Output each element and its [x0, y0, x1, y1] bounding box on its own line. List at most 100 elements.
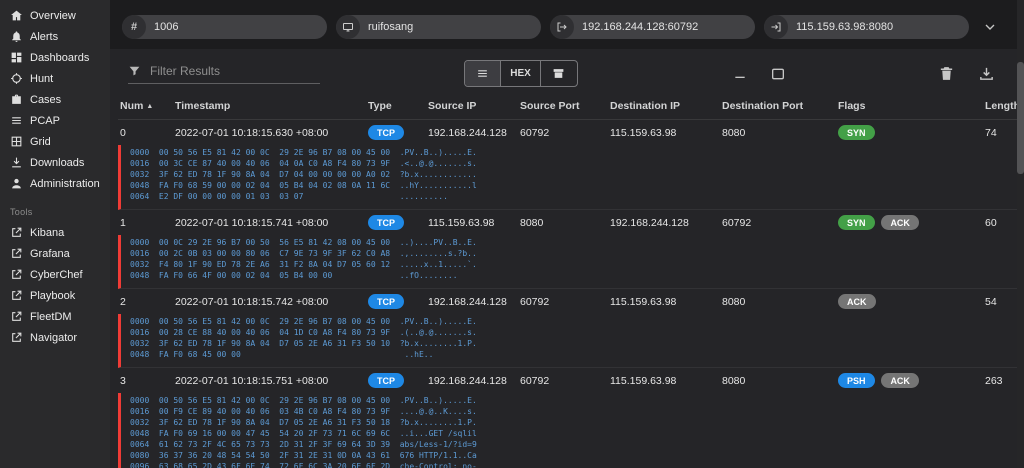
col-num[interactable]: Num ▲ [120, 100, 175, 112]
hash-icon: # [122, 15, 146, 39]
briefcase-icon [10, 93, 23, 106]
sidebar-item-overview[interactable]: Overview [0, 5, 110, 26]
window-icon [770, 66, 786, 82]
packet-source-ip: 192.168.244.128 [428, 296, 520, 308]
flag-badge: ACK [881, 215, 919, 230]
sidebar-item-label: Overview [30, 10, 76, 22]
list-view-button[interactable] [465, 61, 501, 86]
sort-ascending-icon: ▲ [146, 103, 153, 110]
col-num-label: Num [120, 100, 143, 112]
packet-destination-ip: 115.159.63.98 [610, 375, 722, 387]
packet-length: 74 [985, 127, 1020, 139]
sidebar-tool-kibana[interactable]: Kibana [0, 222, 110, 243]
maximize-button[interactable] [766, 62, 790, 86]
hex-dump-text: 0000 00 50 56 E5 81 42 00 0C 29 2E 96 B7… [130, 316, 1020, 360]
col-flags[interactable]: Flags [838, 100, 985, 112]
vertical-scrollbar[interactable] [1017, 0, 1024, 468]
sidebar-tool-label: FleetDM [30, 311, 72, 323]
sidebar-item-alerts[interactable]: Alerts [0, 26, 110, 47]
sidebar-item-downloads[interactable]: Downloads [0, 152, 110, 173]
flag-badge: SYN [838, 125, 875, 140]
main-content: # 1006 ruifosang 192.168.244.128:60792 1… [110, 0, 1024, 468]
packet-row[interactable]: 1 2022-07-01 10:18:15.741 +08:00 TCP 115… [118, 210, 1020, 235]
sidebar-tool-label: Kibana [30, 227, 64, 239]
packet-source-port: 60792 [520, 127, 610, 139]
sidebar-tool-navigator[interactable]: Navigator [0, 327, 110, 348]
col-destination-ip[interactable]: Destination IP [610, 100, 722, 112]
trash-icon [938, 65, 955, 82]
sidebar-tool-fleetdm[interactable]: FleetDM [0, 306, 110, 327]
minimize-button[interactable] [728, 62, 752, 86]
chip-destination-endpoint-value: 115.159.63.98:8080 [796, 21, 893, 33]
crosshair-icon [10, 72, 23, 85]
packet-timestamp: 2022-07-01 10:18:15.751 +08:00 [175, 375, 368, 387]
sidebar: Overview Alerts Dashboards Hunt Cases PC… [0, 0, 110, 468]
sidebar-item-pcap[interactable]: PCAP [0, 110, 110, 131]
packet-source-port: 8080 [520, 217, 610, 229]
packet-row[interactable]: 2 2022-07-01 10:18:15.742 +08:00 TCP 192… [118, 289, 1020, 314]
grid-icon [10, 135, 23, 148]
packet-source-ip: 192.168.244.128 [428, 375, 520, 387]
sidebar-item-label: Grid [30, 136, 51, 148]
flag-badge: PSH [838, 373, 875, 388]
col-timestamp[interactable]: Timestamp [175, 100, 368, 112]
tools-section-label: Tools [0, 194, 110, 222]
type-badge: TCP [368, 125, 404, 140]
open-in-new-icon [10, 331, 23, 344]
sidebar-item-administration[interactable]: Administration [0, 173, 110, 194]
sidebar-item-label: Hunt [30, 73, 53, 85]
filter-funnel-icon [128, 64, 141, 77]
flag-badge: SYN [838, 215, 875, 230]
chip-sensor[interactable]: ruifosang [336, 15, 541, 39]
collapse-chevron-button[interactable] [978, 15, 1002, 39]
col-type[interactable]: Type [368, 100, 428, 112]
sensor-icon [336, 15, 360, 39]
open-in-new-icon [10, 226, 23, 239]
packet-flags-cell: SYN ACK [838, 215, 985, 230]
col-source-ip[interactable]: Source IP [428, 100, 520, 112]
hex-dump: 0000 00 50 56 E5 81 42 00 0C 29 2E 96 B7… [118, 314, 1020, 368]
chip-destination-endpoint[interactable]: 115.159.63.98:8080 [764, 15, 969, 39]
view-toggle-group: HEX [464, 60, 578, 87]
sidebar-tool-label: Navigator [30, 332, 77, 344]
sidebar-item-label: Administration [30, 178, 100, 190]
col-destination-port[interactable]: Destination Port [722, 100, 838, 112]
bell-icon [10, 30, 23, 43]
packet-length: 60 [985, 217, 1020, 229]
sidebar-item-dashboards[interactable]: Dashboards [0, 47, 110, 68]
packet-destination-port: 8080 [722, 127, 838, 139]
sidebar-item-grid[interactable]: Grid [0, 131, 110, 152]
import-arrow-icon [764, 15, 788, 39]
packet-timestamp: 2022-07-01 10:18:15.741 +08:00 [175, 217, 368, 229]
scrollbar-thumb[interactable] [1017, 62, 1024, 174]
col-length[interactable]: Length [985, 100, 1020, 112]
packet-row[interactable]: 0 2022-07-01 10:18:15.630 +08:00 TCP 192… [118, 120, 1020, 145]
sidebar-item-hunt[interactable]: Hunt [0, 68, 110, 89]
sidebar-item-cases[interactable]: Cases [0, 89, 110, 110]
chip-source-endpoint[interactable]: 192.168.244.128:60792 [550, 15, 755, 39]
packet-archive-button[interactable] [541, 61, 577, 86]
flag-badge: ACK [838, 294, 876, 309]
sidebar-tool-playbook[interactable]: Playbook [0, 285, 110, 306]
col-source-port[interactable]: Source Port [520, 100, 610, 112]
chip-flow-id[interactable]: # 1006 [122, 15, 327, 39]
packet-row[interactable]: 3 2022-07-01 10:18:15.751 +08:00 TCP 192… [118, 368, 1020, 393]
sidebar-tool-cyberchef[interactable]: CyberChef [0, 264, 110, 285]
download-pcap-button[interactable] [974, 62, 998, 86]
packet-type-cell: TCP [368, 373, 428, 388]
filter-results-input[interactable] [150, 64, 320, 78]
hex-dump: 0000 00 0C 29 2E 96 B7 00 50 56 E5 81 42… [118, 235, 1020, 289]
toolbar-right-actions [934, 62, 998, 86]
open-in-new-icon [10, 310, 23, 323]
person-icon [10, 177, 23, 190]
hex-dump: 0000 00 50 56 E5 81 42 00 0C 29 2E 96 B7… [118, 145, 1020, 210]
packet-length: 263 [985, 375, 1020, 387]
delete-capture-button[interactable] [934, 62, 958, 86]
packet-source-port: 60792 [520, 375, 610, 387]
hex-view-button[interactable]: HEX [501, 61, 541, 86]
packet-table: Num ▲ Timestamp Type Source IP Source Po… [110, 91, 1024, 468]
type-badge: TCP [368, 215, 404, 230]
sidebar-tool-grafana[interactable]: Grafana [0, 243, 110, 264]
download-tray-icon [978, 65, 995, 82]
chip-source-endpoint-value: 192.168.244.128:60792 [582, 21, 698, 33]
